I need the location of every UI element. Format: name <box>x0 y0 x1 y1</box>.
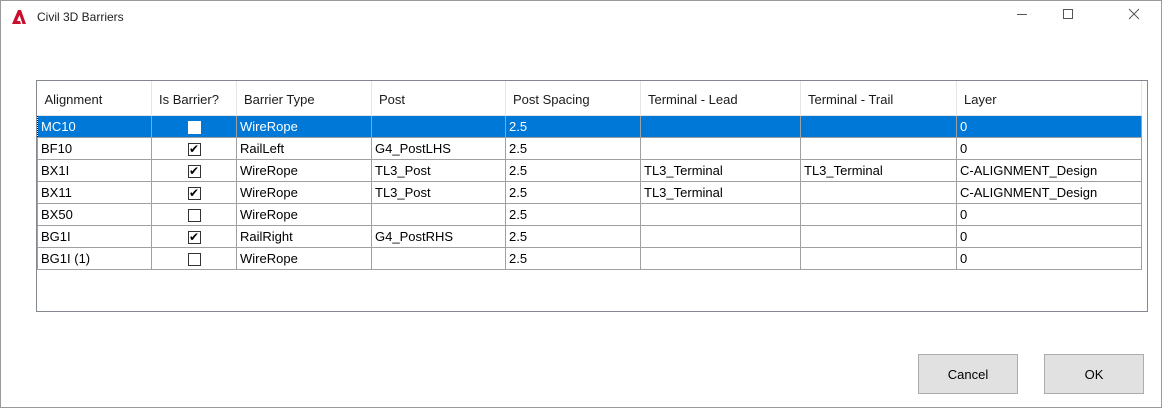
layer-cell[interactable]: 0 <box>956 136 1142 160</box>
title-bar: Civil 3D Barriers <box>1 1 1161 31</box>
table-row[interactable]: BX1I ✔ WireRope TL3_Post 2.5 TL3_Terminal TL3_… <box>37 158 1142 182</box>
post-cell[interactable]: G4_PostLHS <box>371 136 506 160</box>
is-barrier-cell[interactable]: ✔ <box>151 224 237 248</box>
is-barrier-checkbox[interactable]: ✔ <box>187 164 201 178</box>
column-header-barrier-type[interactable]: Barrier Type <box>236 81 372 116</box>
layer-cell[interactable]: 0 <box>956 202 1142 226</box>
barriers-grid[interactable]: Alignment Is Barrier? Barrier Type Post … <box>36 80 1148 312</box>
terminal-trail-cell[interactable] <box>800 136 957 160</box>
ok-button[interactable]: OK <box>1044 354 1144 394</box>
is-barrier-checkbox[interactable] <box>187 208 201 222</box>
terminal-lead-cell[interactable] <box>640 114 801 138</box>
is-barrier-cell[interactable] <box>151 114 237 138</box>
is-barrier-cell[interactable] <box>151 202 237 226</box>
terminal-trail-cell[interactable] <box>800 180 957 204</box>
close-icon <box>1128 7 1140 25</box>
is-barrier-checkbox[interactable] <box>187 120 201 134</box>
alignment-cell[interactable]: BX50 <box>37 202 152 226</box>
minimize-icon <box>1016 7 1028 25</box>
post-cell[interactable]: TL3_Post <box>371 180 506 204</box>
alignment-cell[interactable]: MC10 <box>37 114 152 138</box>
column-header-post[interactable]: Post <box>371 81 506 116</box>
post-spacing-cell[interactable]: 2.5 <box>505 202 641 226</box>
layer-cell[interactable]: 0 <box>956 246 1142 270</box>
post-cell[interactable] <box>371 202 506 226</box>
header-row: Alignment Is Barrier? Barrier Type Post … <box>37 81 1142 116</box>
post-cell[interactable]: G4_PostRHS <box>371 224 506 248</box>
barrier-type-cell[interactable]: RailRight <box>236 224 372 248</box>
is-barrier-checkbox[interactable]: ✔ <box>187 230 201 244</box>
terminal-lead-cell[interactable] <box>640 224 801 248</box>
is-barrier-cell[interactable]: ✔ <box>151 180 237 204</box>
table-row[interactable]: BX50 WireRope 2.5 0 <box>37 202 1142 226</box>
terminal-trail-cell[interactable] <box>800 224 957 248</box>
alignment-cell[interactable]: BX11 <box>37 180 152 204</box>
is-barrier-cell[interactable]: ✔ <box>151 136 237 160</box>
terminal-trail-cell[interactable] <box>800 114 957 138</box>
dialog-window: Civil 3D Barriers Alignment Is Barrier? … <box>0 0 1162 408</box>
terminal-trail-cell[interactable]: TL3_Terminal <box>800 158 957 182</box>
column-header-post-spacing[interactable]: Post Spacing <box>505 81 641 116</box>
barrier-type-cell[interactable]: WireRope <box>236 202 372 226</box>
table-row[interactable]: BG1I ✔ RailRight G4_PostRHS 2.5 0 <box>37 224 1142 248</box>
column-header-terminal-lead[interactable]: Terminal - Lead <box>640 81 801 116</box>
post-spacing-cell[interactable]: 2.5 <box>505 224 641 248</box>
column-header-is-barrier[interactable]: Is Barrier? <box>151 81 237 116</box>
alignment-cell[interactable]: BX1I <box>37 158 152 182</box>
is-barrier-checkbox[interactable]: ✔ <box>187 142 201 156</box>
barrier-type-cell[interactable]: WireRope <box>236 246 372 270</box>
post-cell[interactable] <box>371 246 506 270</box>
column-header-layer[interactable]: Layer <box>956 81 1142 116</box>
table-row[interactable]: BX11 ✔ WireRope TL3_Post 2.5 TL3_Terminal C-AL… <box>37 180 1142 204</box>
table-row[interactable]: BG1I (1) WireRope 2.5 0 <box>37 246 1142 270</box>
post-spacing-cell[interactable]: 2.5 <box>505 246 641 270</box>
table-row[interactable]: MC10 WireRope 2.5 0 <box>37 114 1142 138</box>
terminal-lead-cell[interactable] <box>640 246 801 270</box>
is-barrier-cell[interactable] <box>151 246 237 270</box>
is-barrier-checkbox[interactable]: ✔ <box>187 186 201 200</box>
layer-cell[interactable]: 0 <box>956 114 1142 138</box>
barrier-type-cell[interactable]: WireRope <box>236 158 372 182</box>
minimize-button[interactable] <box>999 1 1045 31</box>
maximize-icon <box>1062 7 1074 25</box>
terminal-lead-cell[interactable] <box>640 202 801 226</box>
column-header-alignment[interactable]: Alignment <box>37 81 152 116</box>
window-title: Civil 3D Barriers <box>37 10 124 24</box>
post-spacing-cell[interactable]: 2.5 <box>505 158 641 182</box>
is-barrier-checkbox[interactable] <box>187 252 201 266</box>
barrier-type-cell[interactable]: WireRope <box>236 114 372 138</box>
alignment-cell[interactable]: BG1I <box>37 224 152 248</box>
layer-cell[interactable]: C-ALIGNMENT_Design <box>956 158 1142 182</box>
barrier-type-cell[interactable]: RailLeft <box>236 136 372 160</box>
barriers-table: Alignment Is Barrier? Barrier Type Post … <box>37 81 1142 270</box>
barrier-type-cell[interactable]: WireRope <box>236 180 372 204</box>
post-cell[interactable]: TL3_Post <box>371 158 506 182</box>
post-cell[interactable] <box>371 114 506 138</box>
post-spacing-cell[interactable]: 2.5 <box>505 136 641 160</box>
post-spacing-cell[interactable]: 2.5 <box>505 114 641 138</box>
alignment-cell[interactable]: BG1I (1) <box>37 246 152 270</box>
autocad-a-icon <box>11 9 27 25</box>
terminal-trail-cell[interactable] <box>800 246 957 270</box>
terminal-lead-cell[interactable]: TL3_Terminal <box>640 158 801 182</box>
table-row[interactable]: BF10 ✔ RailLeft G4_PostLHS 2.5 0 <box>37 136 1142 160</box>
maximize-button[interactable] <box>1045 1 1091 31</box>
layer-cell[interactable]: 0 <box>956 224 1142 248</box>
cancel-button[interactable]: Cancel <box>918 354 1018 394</box>
post-spacing-cell[interactable]: 2.5 <box>505 180 641 204</box>
terminal-trail-cell[interactable] <box>800 202 957 226</box>
alignment-cell[interactable]: BF10 <box>37 136 152 160</box>
terminal-lead-cell[interactable] <box>640 136 801 160</box>
column-header-terminal-trail[interactable]: Terminal - Trail <box>800 81 957 116</box>
is-barrier-cell[interactable]: ✔ <box>151 158 237 182</box>
terminal-lead-cell[interactable]: TL3_Terminal <box>640 180 801 204</box>
close-button[interactable] <box>1111 1 1157 31</box>
layer-cell[interactable]: C-ALIGNMENT_Design <box>956 180 1142 204</box>
